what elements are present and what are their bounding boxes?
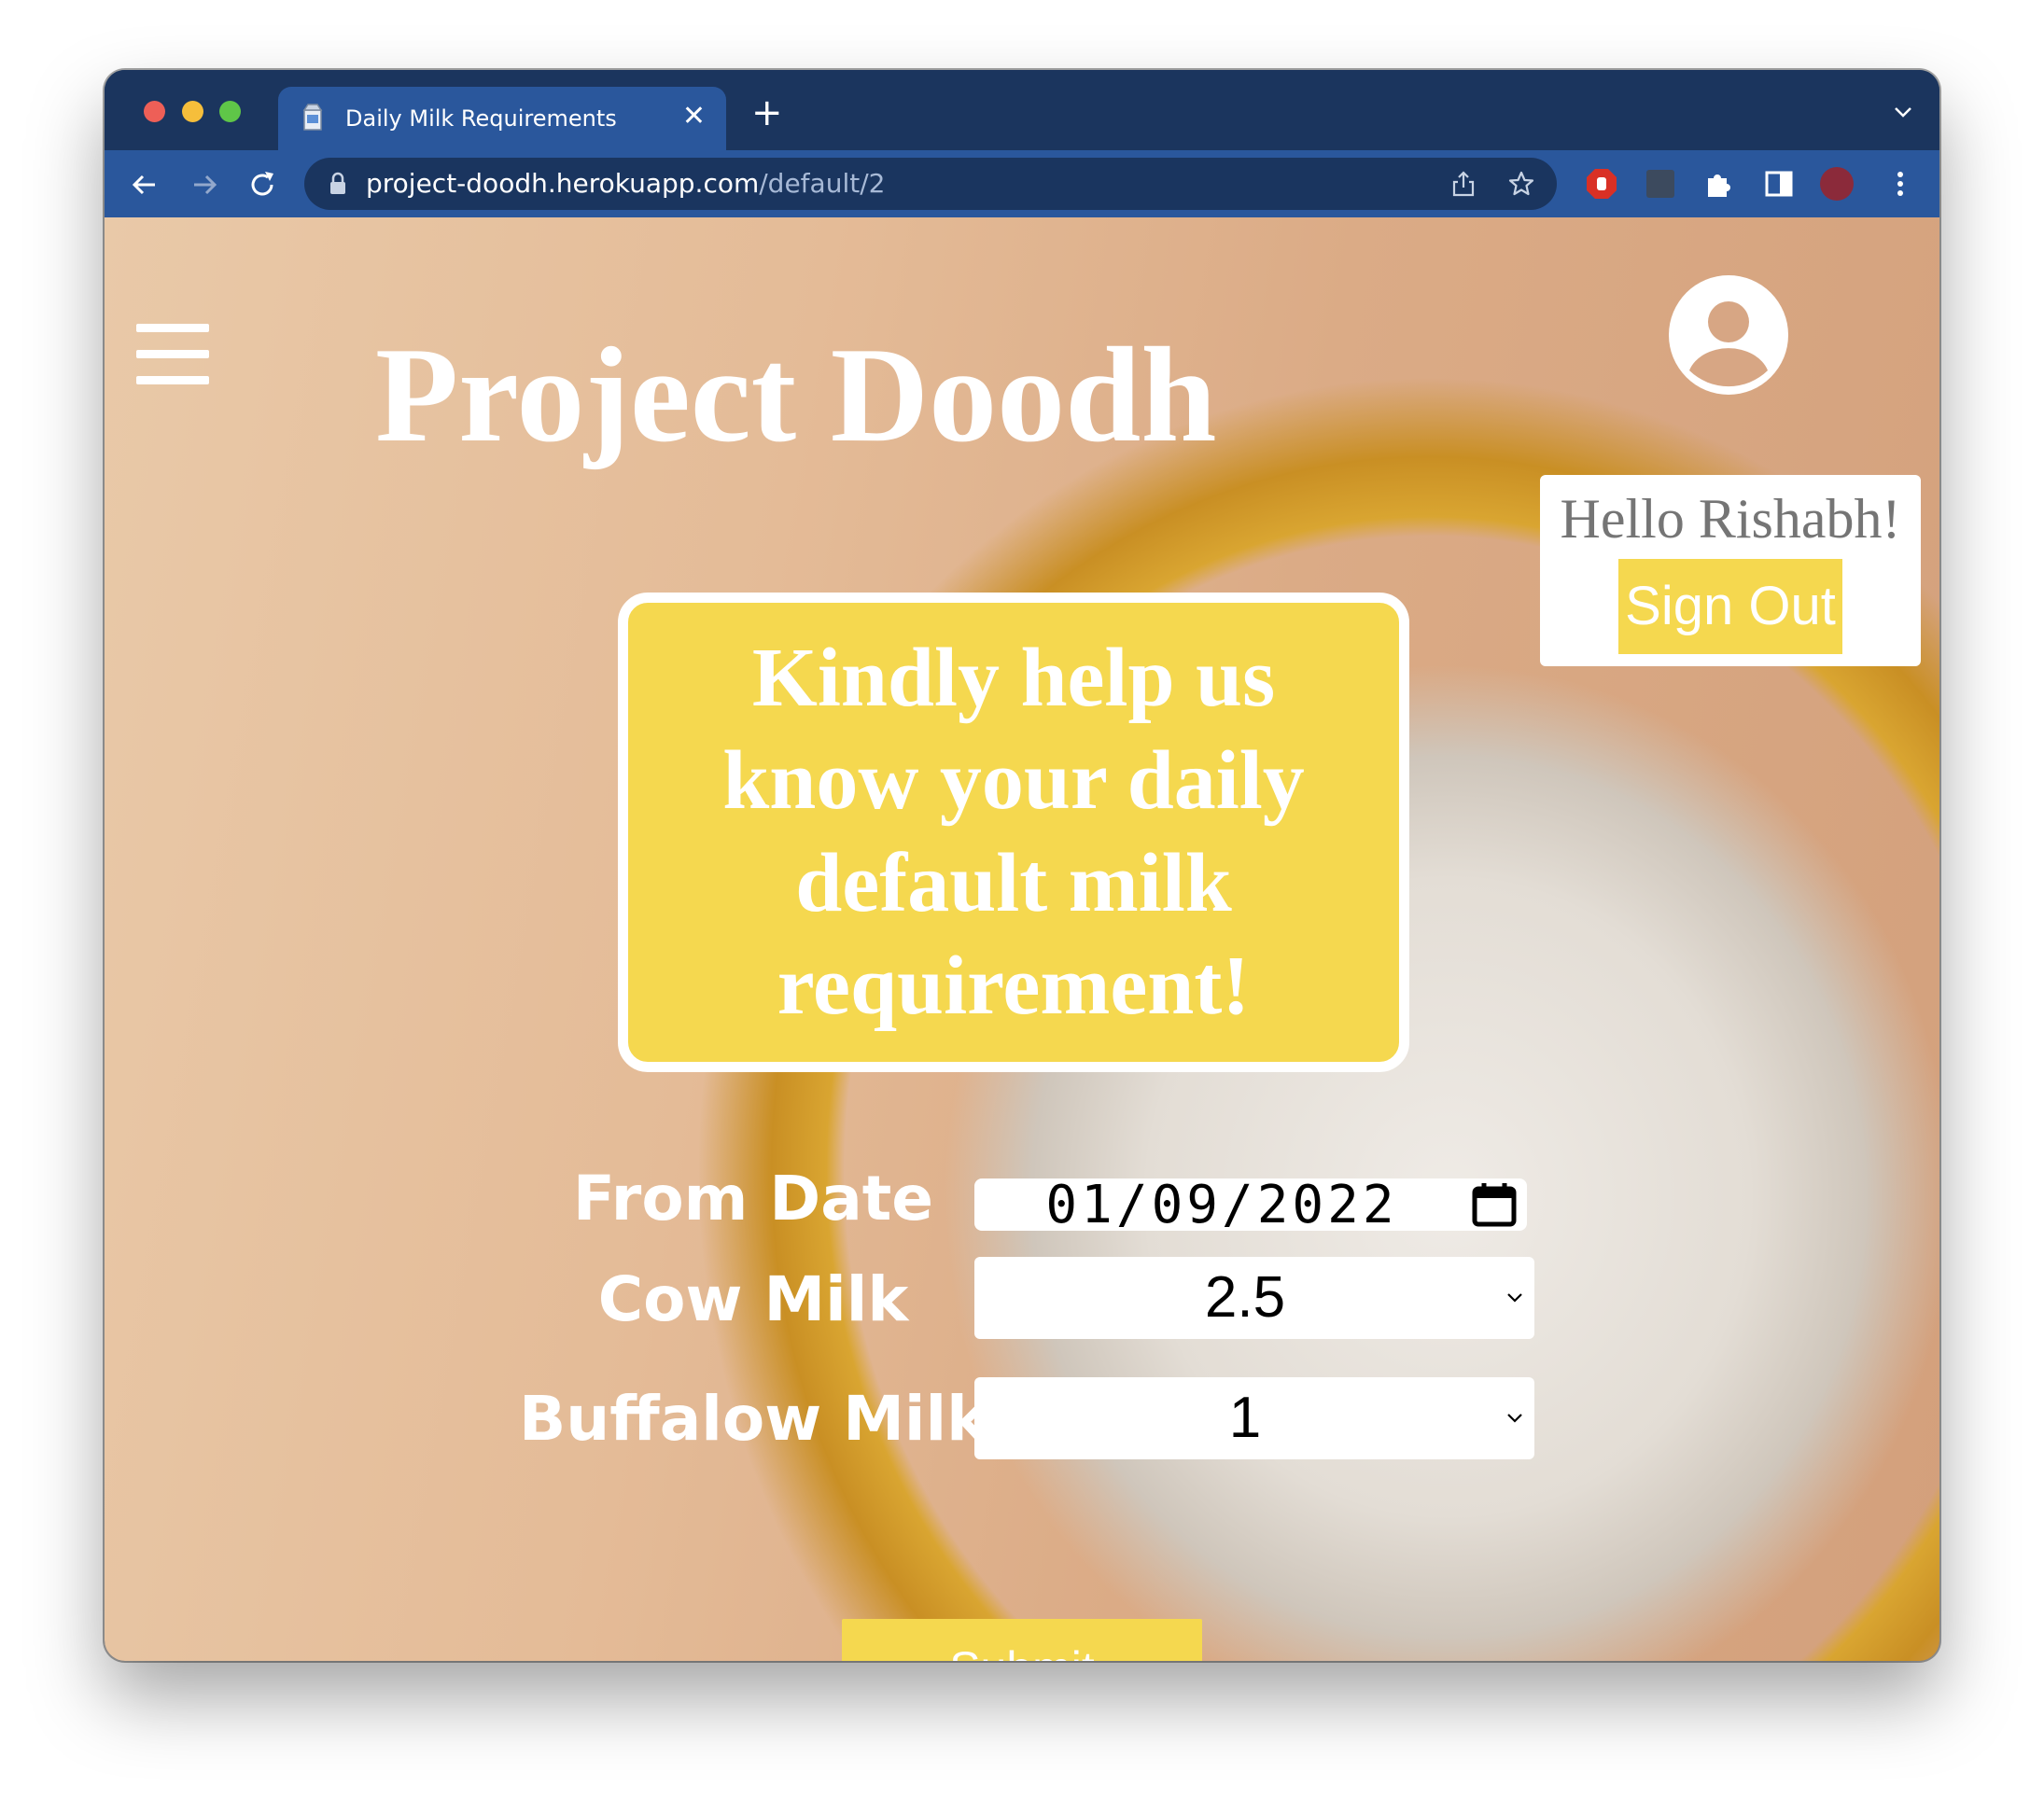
profile-avatar[interactable] [1820,167,1854,201]
new-tab-button[interactable]: + [751,94,783,132]
sign-out-button[interactable]: Sign Out [1618,559,1842,654]
forward-arrow-icon[interactable] [189,169,220,201]
cow-milk-label: Cow Milk [597,1263,909,1335]
cow-milk-select[interactable]: 2.5 [974,1257,1534,1339]
back-arrow-icon[interactable] [129,169,161,201]
browser-toolbar: project-doodh.herokuapp.com/default/2 [105,150,1939,217]
ublock-hand-icon[interactable] [1585,167,1618,201]
from-date-input[interactable]: 01/09/2022 [974,1175,1527,1235]
maximize-window-button[interactable] [219,101,241,122]
milk-carton-icon [302,104,323,131]
tab-title: Daily Milk Requirements [345,105,617,132]
url-text[interactable]: project-doodh.herokuapp.com/default/2 [366,168,885,200]
kebab-menu-icon[interactable] [1883,167,1917,201]
url-host: project-doodh.herokuapp.com [366,168,760,199]
extensions-puzzle-icon[interactable] [1702,167,1736,201]
share-icon[interactable] [1450,171,1477,197]
side-panel-icon[interactable] [1762,167,1796,201]
prompt-banner: Kindly help us know your daily default m… [618,593,1409,1072]
greeting-text: Hello Rishabh! [1560,488,1901,550]
browser-window: Daily Milk Requirements ✕ + project-dood [105,70,1939,1661]
chevron-down-icon [1507,1414,1522,1423]
close-tab-icon[interactable]: ✕ [682,100,706,133]
chevron-down-icon[interactable] [1893,102,1913,122]
minimize-window-button[interactable] [182,101,203,122]
close-window-button[interactable] [144,101,165,122]
tab-strip: Daily Milk Requirements ✕ + [105,70,1939,150]
user-profile-icon[interactable] [1667,273,1790,397]
tab-daily-milk-requirements[interactable]: Daily Milk Requirements ✕ [278,87,726,150]
buffalow-milk-select[interactable]: 1 [974,1377,1534,1459]
reload-icon[interactable] [246,169,278,201]
user-card: Hello Rishabh! Sign Out [1540,475,1921,666]
page-viewport: Project Doodh Hello Rishabh! Sign Out Ki… [105,217,1939,1661]
from-date-value: 01/09/2022 [1045,1175,1398,1235]
bookmark-star-icon[interactable] [1508,171,1534,197]
lock-icon[interactable] [329,172,347,196]
buffalow-milk-label: Buffalow Milk [518,1383,988,1455]
chevron-down-icon [1507,1293,1522,1303]
cow-milk-value: 2.5 [1204,1265,1286,1330]
submit-button[interactable]: Submit [842,1619,1202,1661]
buffalow-milk-value: 1 [1228,1386,1262,1450]
site-title: Project Doodh [375,319,1217,470]
banner-text: Kindly help us know your daily default m… [722,632,1305,1032]
calendar-icon[interactable] [1471,1181,1518,1228]
extension-gray-icon[interactable] [1644,167,1677,201]
url-path: /default/2 [759,168,886,199]
address-bar[interactable]: project-doodh.herokuapp.com/default/2 [304,158,1557,210]
from-date-label: From Date [572,1163,934,1234]
